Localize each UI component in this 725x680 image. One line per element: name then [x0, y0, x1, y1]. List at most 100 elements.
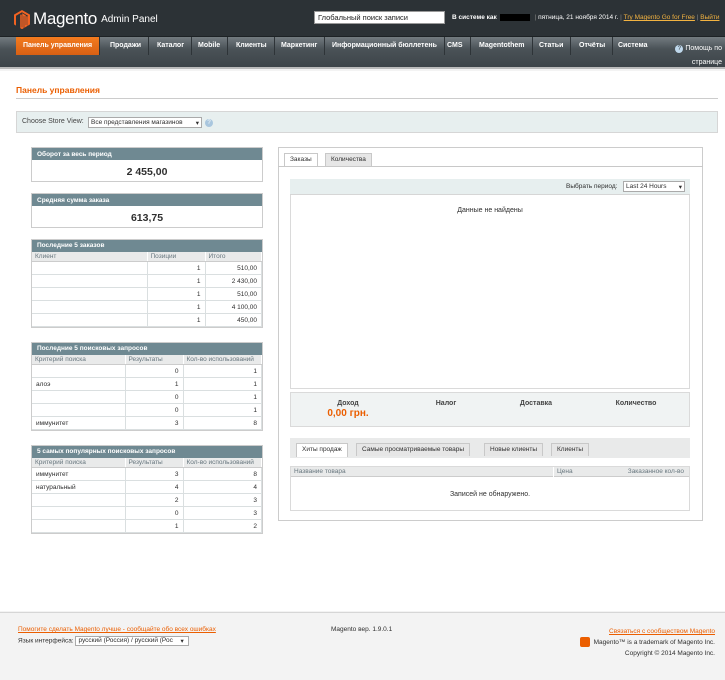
tab-amounts[interactable]: Количества — [325, 153, 372, 166]
magento-logo[interactable]: Magento Admin Panel — [14, 8, 158, 30]
table-row[interactable]: 12 — [32, 519, 262, 533]
table-row[interactable]: иммунитет 3 8 — [32, 467, 262, 481]
table-row[interactable]: 14 100,00 — [32, 300, 262, 314]
col-qty-ordered[interactable]: Заказанное кол-во — [628, 467, 684, 477]
nav-item-catalog[interactable]: Каталог — [150, 37, 193, 55]
col-search-term[interactable]: Критерий поиска — [32, 458, 126, 468]
col-search-term[interactable]: Критерий поиска — [32, 355, 126, 365]
last-orders-table: Клиент Позиции Итого 1 510,00 12 430,00 1… — [32, 252, 262, 327]
table-row[interactable]: 01 — [32, 403, 262, 417]
cell-uses: 8 — [183, 467, 262, 481]
user-bar: В системе как | пятница, 21 ноября 2014 … — [452, 14, 720, 22]
col-items[interactable]: Позиции — [147, 252, 206, 262]
cell-customer — [32, 287, 148, 301]
nav-item-newsletter[interactable]: Информационный бюллетень — [325, 37, 445, 55]
tax-label: Налог — [435, 400, 457, 407]
tab-orders[interactable]: Заказы — [284, 153, 318, 167]
nav-item-mobile[interactable]: Mobile — [191, 37, 229, 55]
table-row[interactable]: 03 — [32, 506, 262, 520]
cell-term — [32, 519, 126, 533]
col-customer[interactable]: Клиент — [32, 252, 148, 262]
tab-new-customers[interactable]: Новые клиенты — [484, 443, 544, 456]
revenue-value: 0,00 грн. — [327, 408, 369, 419]
username-redacted — [499, 14, 530, 21]
page-title: Панель управления — [16, 85, 100, 95]
global-search-input[interactable] — [314, 11, 445, 24]
average-order-value: 613,75 — [130, 212, 164, 224]
nav-item-customers[interactable]: Клиенты — [229, 37, 275, 55]
cell-customer — [32, 313, 148, 327]
table-row[interactable]: 1 450,00 — [32, 313, 262, 327]
cell-uses: 1 — [183, 364, 262, 378]
top-searches-grid: 5 самых популярных поисковых запросов Кр… — [31, 445, 263, 534]
last-searches-grid: Последние 5 поисковых запросов Критерий … — [31, 342, 263, 431]
col-results[interactable]: Результаты — [125, 355, 184, 365]
lifetime-sales-label: Оборот за весь период — [32, 148, 262, 160]
cell-term — [32, 390, 126, 404]
col-total[interactable]: Итого — [205, 252, 262, 262]
page-help-link[interactable]: ? Помощь по странице — [666, 42, 722, 70]
table-row[interactable]: иммунитет 3 8 — [32, 416, 262, 430]
cell-results: 0 — [125, 390, 184, 404]
table-header: Название товара Цена Заказанное кол-во — [291, 467, 689, 477]
quantity-label: Количество — [615, 400, 657, 407]
language-label: Язык интерфейса: — [18, 637, 74, 645]
cell-term: алоэ — [32, 377, 126, 391]
last-searches-title: Последние 5 поисковых запросов — [32, 343, 262, 355]
footer-right: Связаться с сообществом Magento Magento™… — [560, 626, 715, 659]
last-searches-table: Критерий поиска Результаты Кол-во исполь… — [32, 355, 262, 430]
nav-item-articles[interactable]: Статьи — [532, 37, 572, 55]
nav-item-dashboard[interactable]: Панель управления — [16, 37, 101, 55]
cell-term — [32, 403, 126, 417]
title-divider — [16, 98, 718, 99]
table-row[interactable]: алоэ 1 1 — [32, 377, 262, 391]
store-view-select[interactable]: Все представления магазинов ▾ — [88, 117, 202, 128]
store-view-value: Все представления магазинов — [91, 119, 183, 126]
cell-term — [32, 506, 126, 520]
nav-item-magentothem[interactable]: Magentothem — [472, 37, 533, 55]
nav-item-cms[interactable]: CMS — [440, 37, 471, 55]
table-row[interactable]: 1 510,00 — [32, 261, 262, 275]
tab-bestsellers[interactable]: Хиты продаж — [296, 443, 348, 457]
table-row[interactable]: натуральный 4 4 — [32, 480, 262, 494]
cell-total: 450,00 — [205, 313, 262, 327]
col-uses[interactable]: Кол-во использований — [183, 458, 262, 468]
cell-results: 0 — [125, 364, 184, 378]
try-magento-go-link[interactable]: Try Magento Go for Free — [624, 14, 695, 21]
nav-item-system[interactable]: Система — [611, 37, 654, 55]
table-row[interactable]: 01 — [32, 390, 262, 404]
nav-item-marketing[interactable]: Маркетинг — [274, 37, 326, 55]
col-uses[interactable]: Кол-во использований — [183, 355, 262, 365]
store-switcher: Choose Store View: Все представления маг… — [16, 111, 718, 133]
nav-item-sales[interactable]: Продажи — [103, 37, 150, 55]
logo-wordmark: Magento — [33, 9, 98, 28]
cell-uses: 1 — [183, 377, 262, 391]
top-searches-title: 5 самых популярных поисковых запросов — [32, 446, 262, 458]
nav-item-reports[interactable]: Отчёты — [572, 37, 614, 55]
language-select[interactable]: русский (Россия) / русский (Рос — [75, 636, 190, 646]
bestsellers-table: Название товара Цена Заказанное кол-во З… — [290, 466, 690, 511]
tab-most-viewed[interactable]: Самые просматриваемые товары — [356, 443, 471, 456]
totals-bar: Доход 0,00 грн. Налог Доставка Количеств… — [290, 392, 690, 427]
tab-customers[interactable]: Клиенты — [551, 443, 590, 456]
table-row[interactable]: 1 510,00 — [32, 287, 262, 301]
help-label-1: Помощь по — [685, 45, 722, 52]
table-row[interactable]: 23 — [32, 493, 262, 507]
lifetime-sales-box: Оборот за весь период 2 455,00 — [31, 147, 263, 182]
period-select[interactable]: Last 24 Hours ▾ — [623, 181, 685, 192]
community-link[interactable]: Связаться с сообществом Magento — [560, 626, 715, 637]
help-icon[interactable]: ? — [205, 119, 213, 127]
cell-uses: 3 — [183, 506, 262, 520]
table-row[interactable]: 01 — [32, 364, 262, 378]
revenue-label: Доход — [337, 400, 359, 407]
cell-results: 1 — [125, 377, 184, 391]
current-date: пятница, 21 ноября 2014 г. — [538, 14, 619, 22]
report-bugs-link[interactable]: Помогите сделать Magento лучше - сообщай… — [18, 626, 216, 633]
cell-total: 4 100,00 — [205, 300, 262, 314]
col-product-name[interactable]: Название товара — [294, 467, 346, 477]
col-results[interactable]: Результаты — [125, 458, 184, 468]
logout-link[interactable]: Выйти — [700, 14, 719, 21]
table-row[interactable]: 12 430,00 — [32, 274, 262, 288]
no-records-message: Записей не обнаружено. — [449, 491, 531, 498]
col-price[interactable]: Цена — [553, 467, 573, 477]
